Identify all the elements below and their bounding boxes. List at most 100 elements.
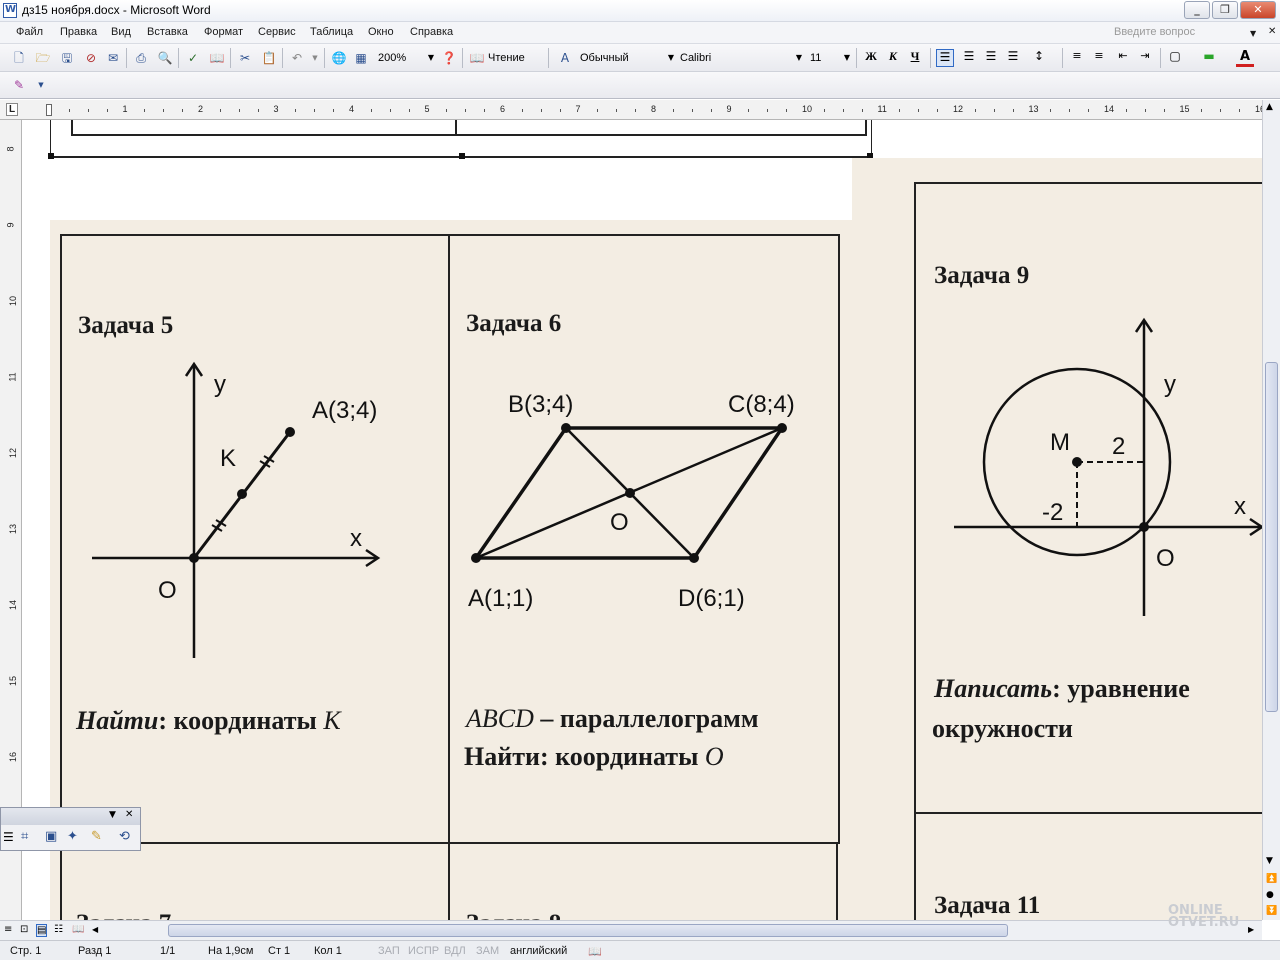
reading-mode-icon[interactable]: 📖 bbox=[468, 49, 486, 67]
indent-marker[interactable] bbox=[46, 104, 52, 116]
menu-edit[interactable]: Правка bbox=[60, 26, 97, 38]
status-overtype[interactable]: ЗАМ bbox=[476, 945, 499, 957]
ask-question-input[interactable]: Введите вопрос bbox=[1114, 26, 1195, 38]
vertical-scrollbar[interactable]: ▲ ▼ ⏫ ● ⏬ bbox=[1262, 100, 1280, 920]
toolbar-options-icon[interactable]: ▼ bbox=[32, 76, 50, 94]
borders-icon[interactable]: ▢ bbox=[1166, 49, 1184, 67]
print-layout-icon[interactable]: ▤ bbox=[36, 924, 48, 937]
spelling-icon[interactable]: ✓ bbox=[184, 49, 202, 67]
normal-view-icon[interactable]: ≡ bbox=[4, 924, 12, 935]
undo-icon[interactable]: ↶ bbox=[288, 49, 306, 67]
align-left-icon[interactable]: ☰ bbox=[936, 49, 954, 67]
styles-icon[interactable]: A bbox=[556, 49, 574, 67]
outline-view-icon[interactable]: ☷ bbox=[54, 924, 63, 935]
document-page[interactable]: Задача 5 y x O K A(3;4) Найти: координат… bbox=[22, 120, 1262, 920]
bullets-icon[interactable]: ≡ bbox=[1090, 49, 1108, 67]
numbering-icon[interactable]: ≡ bbox=[1068, 49, 1086, 67]
print-icon[interactable]: ⎙ bbox=[132, 49, 150, 67]
task-6-title: Задача 6 bbox=[466, 310, 562, 337]
font-size-select[interactable]: 11 ▼ bbox=[810, 49, 850, 67]
line-spacing-icon[interactable]: ↕ bbox=[1030, 49, 1048, 67]
menu-view[interactable]: Вид bbox=[111, 26, 131, 38]
align-center-icon[interactable]: ☰ bbox=[960, 49, 978, 67]
toolbar-handle-icon[interactable]: ☰ bbox=[3, 830, 14, 844]
open-folder-icon[interactable]: 🗁 bbox=[34, 49, 52, 67]
menu-tools[interactable]: Сервис bbox=[258, 26, 296, 38]
decrease-indent-icon[interactable]: ⇤ bbox=[1114, 49, 1132, 67]
crop-icon[interactable]: ⌗ bbox=[21, 829, 28, 844]
task-5-k-label: K bbox=[220, 445, 236, 472]
font-select[interactable]: Calibri ▼ bbox=[680, 49, 802, 67]
permission-icon[interactable]: ⊘ bbox=[82, 49, 100, 67]
pencil-icon[interactable]: ✎ bbox=[91, 829, 102, 844]
paste-icon[interactable]: 📋 bbox=[260, 49, 278, 67]
horizontal-scroll-thumb[interactable] bbox=[168, 924, 1008, 937]
toolbar-options-icon[interactable]: ▼ bbox=[109, 810, 116, 820]
format-picture-icon[interactable]: ✦ bbox=[67, 829, 78, 844]
help-icon[interactable]: ❓ bbox=[440, 49, 458, 67]
close-document-icon[interactable]: ✕ bbox=[1268, 26, 1276, 37]
save-icon[interactable]: 🖫 bbox=[58, 49, 76, 67]
menu-file[interactable]: Файл bbox=[16, 26, 43, 38]
floating-toolbar-header[interactable]: ▼ ✕ bbox=[1, 808, 140, 825]
ruler-tick bbox=[1144, 109, 1146, 112]
style-select[interactable]: Обычный ▼ bbox=[580, 49, 674, 67]
maximize-button[interactable]: ❐ bbox=[1212, 1, 1238, 19]
scroll-left-icon[interactable]: ◀ bbox=[92, 925, 98, 934]
insert-table-icon[interactable]: ▦ bbox=[352, 49, 370, 67]
previous-page-icon[interactable]: ⏫ bbox=[1266, 874, 1277, 884]
undo-dropdown-icon[interactable]: ▼ bbox=[306, 49, 324, 67]
vertical-ruler[interactable]: 8 9 10 11 12 13 14 15 16 bbox=[0, 120, 22, 920]
bold-button[interactable]: Ж bbox=[862, 49, 880, 67]
minimize-button[interactable]: _ bbox=[1184, 1, 1210, 19]
vertical-scroll-thumb[interactable] bbox=[1265, 362, 1278, 712]
status-track-changes[interactable]: ИСПР bbox=[408, 945, 439, 957]
increase-indent-icon[interactable]: ⇥ bbox=[1136, 49, 1154, 67]
print-preview-icon[interactable]: 🔍 bbox=[156, 49, 174, 67]
menu-table[interactable]: Таблица bbox=[310, 26, 353, 38]
menu-window[interactable]: Окно bbox=[368, 26, 394, 38]
status-record-macro[interactable]: ЗАП bbox=[378, 945, 400, 957]
ruler-number: 15 bbox=[1179, 104, 1190, 114]
scroll-down-icon[interactable]: ▼ bbox=[1266, 856, 1273, 866]
underline-button[interactable]: Ч bbox=[906, 49, 924, 67]
highlight-icon[interactable]: ▬ bbox=[1200, 49, 1218, 67]
ruler-number: 2 bbox=[198, 104, 204, 114]
status-extend[interactable]: ВДЛ bbox=[444, 945, 466, 957]
justify-icon[interactable]: ☰ bbox=[1004, 49, 1022, 67]
research-icon[interactable]: 📖 bbox=[208, 49, 226, 67]
floating-drawing-toolbar[interactable]: ▼ ✕ ☰ ⌗ ▣ ✦ ✎ ⟲ bbox=[0, 807, 141, 851]
ask-dropdown-icon[interactable]: ▼ bbox=[1250, 29, 1256, 38]
align-right-icon[interactable]: ☰ bbox=[982, 49, 1000, 67]
zoom-select[interactable]: 200% ▼ bbox=[378, 49, 434, 67]
tab-selector[interactable]: L bbox=[6, 103, 19, 116]
hyperlink-icon[interactable]: 🌐 bbox=[330, 49, 348, 67]
ruler-tick bbox=[616, 109, 618, 112]
spelling-status-icon[interactable]: 📖 bbox=[588, 945, 602, 958]
menu-format[interactable]: Формат bbox=[204, 26, 243, 38]
reset-picture-icon[interactable]: ⟲ bbox=[119, 829, 130, 844]
ruler-tick bbox=[559, 109, 561, 112]
email-icon[interactable]: ✉ bbox=[104, 49, 122, 67]
close-button[interactable]: ✕ bbox=[1240, 1, 1276, 19]
menu-insert[interactable]: Вставка bbox=[147, 26, 188, 38]
reading-mode-button[interactable]: Чтение bbox=[488, 49, 525, 67]
scroll-up-icon[interactable]: ▲ bbox=[1266, 102, 1273, 112]
horizontal-ruler[interactable]: L 1 2 3 4 5 6 7 8 9 10 11 12 13 14 15 16 bbox=[0, 100, 1280, 120]
cut-icon[interactable]: ✂ bbox=[236, 49, 254, 67]
horizontal-scrollbar[interactable]: ≡ ⊡ ▤ ☷ 📖 ◀ ▶ bbox=[0, 920, 1262, 940]
ruler-tick bbox=[993, 109, 995, 112]
menu-help[interactable]: Справка bbox=[410, 26, 453, 38]
close-toolbar-icon[interactable]: ✕ bbox=[125, 809, 133, 820]
web-view-icon[interactable]: ⊡ bbox=[20, 924, 28, 935]
font-color-icon[interactable]: A bbox=[1236, 49, 1254, 67]
picture-icon[interactable]: ▣ bbox=[45, 829, 57, 844]
style-brush-icon[interactable]: ✎ bbox=[10, 76, 28, 94]
ruler-tick bbox=[842, 109, 844, 112]
italic-button[interactable]: К bbox=[884, 49, 902, 67]
word-document-icon[interactable] bbox=[3, 3, 17, 18]
reading-view-icon[interactable]: 📖 bbox=[72, 924, 84, 935]
select-browse-object-icon[interactable]: ● bbox=[1266, 890, 1274, 900]
ruler-number: 14 bbox=[1104, 104, 1115, 114]
new-document-icon[interactable]: 🗋 bbox=[10, 49, 28, 67]
